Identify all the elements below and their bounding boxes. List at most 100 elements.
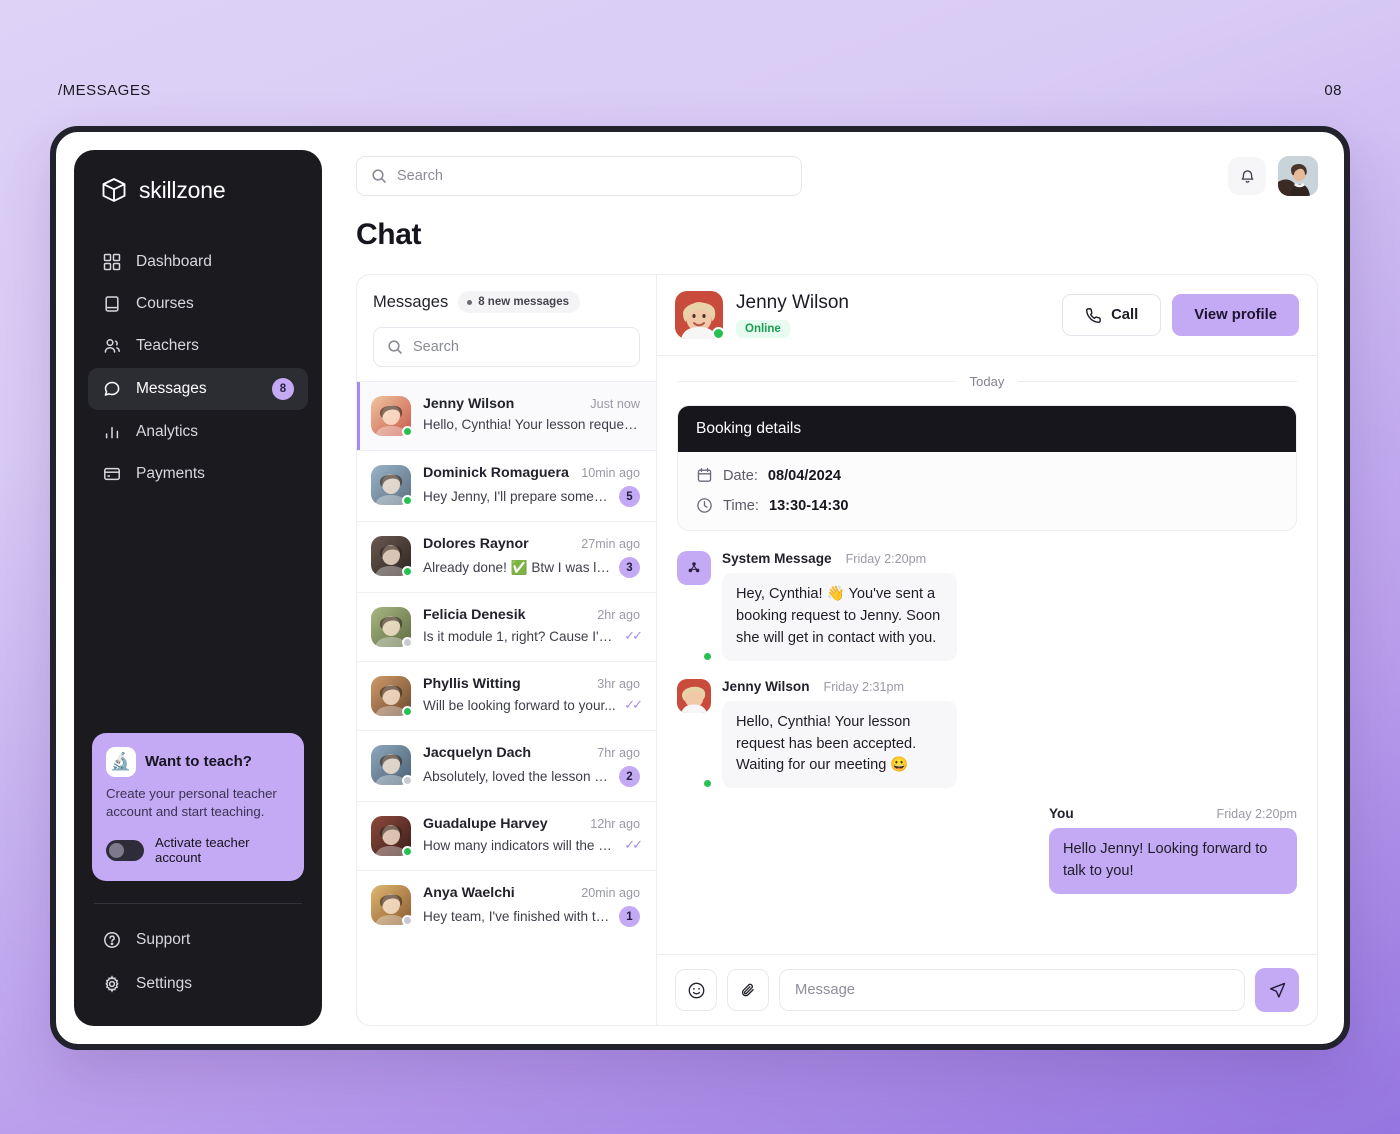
day-separator: Today [677,374,1297,389]
sidebar-item-label: Settings [136,975,193,992]
conversation-item[interactable]: Dominick Romaguera 10min ago Hey Jenny, I'… [357,450,656,521]
message-time: Friday 2:20pm [845,552,927,566]
contact-avatar [371,607,413,648]
sidebar-item-label: Messages [136,380,207,397]
read-receipt-icon: ✓✓ [624,837,643,852]
conversation-search-input[interactable] [413,339,626,355]
sidebar-item-settings[interactable]: Settings [88,964,308,1004]
sidebar-item-messages[interactable]: Messages 8 [88,368,308,410]
attach-button[interactable] [727,969,769,1011]
conversation-time: 2hr ago [597,608,640,622]
send-button[interactable] [1255,968,1299,1012]
conversation-time: 12hr ago [590,817,640,831]
activate-teacher-toggle[interactable] [106,839,144,861]
conversation-item[interactable]: Dolores Raynor 27min ago Already done! ✅ B… [357,521,656,592]
primary-nav: Dashboard Courses Teachers Messages 8 An… [74,242,322,494]
online-status-dot [402,846,413,857]
sidebar-item-label: Dashboard [136,253,212,270]
conversation-list-panel: Messages 8 new messages Jenny WilsonJust [357,275,657,1025]
conversation-item[interactable]: Felicia Denesik 2hr ago Is it module 1, ri… [357,592,656,661]
chat-message: System Message Friday 2:20pm Hey, Cynthia!… [677,551,1297,662]
message-time: Friday 2:20pm [1216,807,1298,822]
conversation-bottom-row: Already done! ✅ Btw I was loo... 3 [423,557,640,578]
contact-avatar [371,536,413,577]
contact-avatar [371,745,413,786]
sidebar-item-payments[interactable]: Payments [88,454,308,494]
conversation-preview: Will be looking forward to your... [423,697,616,713]
conversation-time: 27min ago [581,537,640,551]
booking-date-value: 08/04/2024 [767,467,841,484]
contact-name: Jenny Wilson [736,292,849,313]
bell-icon [1239,168,1256,185]
booking-date-label: Date: [723,467,758,484]
conversation-top-row: Anya Waelchi 20min ago [423,885,640,901]
message-bubble: Hello, Cynthia! Your lesson request has … [722,700,957,789]
sidebar-item-dashboard[interactable]: Dashboard [88,242,308,282]
message-input[interactable] [779,969,1245,1011]
conversation-list[interactable]: Jenny Wilson Just now Hello, Cynthia! Your… [357,381,656,1025]
sidebar-divider [94,903,302,904]
search-icon [387,339,403,355]
online-status-dot [702,650,713,662]
conversation-search[interactable] [373,327,640,367]
user-avatar[interactable] [1278,156,1318,196]
global-search-input[interactable] [397,168,787,184]
chat-message: You Friday 2:20pm Hello Jenny! Looking for… [677,806,1298,895]
chat-panel: Jenny Wilson Online Call View profile To… [657,275,1317,1025]
message-author: Jenny Wilson [722,678,810,694]
conversation-item[interactable]: Guadalupe Harvey 12hr ago How many indicat… [357,801,656,870]
conversation-name: Anya Waelchi [423,885,515,901]
conversation-preview: Hey Jenny, I'll prepare some to... [423,489,611,504]
system-logo-icon [677,551,711,585]
conversation-bottom-row: Absolutely, loved the lesson 🙌... 2 [423,766,640,787]
offline-status-dot [402,775,413,786]
conversation-item[interactable]: Phyllis Witting 3hr ago Will be looking fo… [357,661,656,730]
bar-chart-icon [102,422,122,442]
page-title: Chat [356,218,422,251]
sidebar-item-analytics[interactable]: Analytics [88,412,308,452]
conversation-item[interactable]: Jenny Wilson Just now Hello, Cynthia! Your… [357,381,656,450]
sidebar-item-label: Support [136,931,191,948]
chat-message: Jenny Wilson Friday 2:31pm Hello, Cynthia!… [677,678,1297,790]
conversation-time: Just now [590,397,640,411]
day-separator-label: Today [969,374,1005,389]
call-button[interactable]: Call [1062,294,1162,336]
online-status-dot [402,495,413,506]
sidebar-item-teachers[interactable]: Teachers [88,326,308,366]
message-meta: Jenny Wilson Friday 2:31pm [722,679,957,694]
contact-avatar [675,291,725,340]
notifications-button[interactable] [1228,157,1266,195]
conversation-item[interactable]: Jacquelyn Dach 7hr ago Absolutely, loved t… [357,730,656,801]
conversation-body: Jacquelyn Dach 7hr ago Absolutely, loved t… [423,745,640,787]
conversation-item[interactable]: Anya Waelchi 20min ago Hey team, I've fini… [357,870,656,941]
conversation-preview: Already done! ✅ Btw I was loo... [423,559,611,575]
emoji-button[interactable] [675,969,717,1011]
conversation-name: Dominick Romaguera [423,465,569,481]
sidebar-item-courses[interactable]: Courses [88,284,308,324]
brand-name: skillzone [139,176,226,203]
global-search[interactable] [356,156,802,196]
online-status-dot [402,706,413,717]
call-button-label: Call [1111,307,1139,323]
smiley-icon [687,981,706,1000]
promo-header: 🔬 Want to teach? [106,746,290,777]
read-receipt-icon: ✓✓ [624,697,643,712]
offline-status-dot [402,915,413,926]
sidebar-item-support[interactable]: Support [88,920,308,960]
message-content: You Friday 2:20pm Hello Jenny! Looking for… [1049,806,1298,895]
offline-status-dot [402,637,413,648]
conversation-body: Anya Waelchi 20min ago Hey team, I've fini… [423,885,640,927]
microscope-icon: 🔬 [106,746,136,777]
booking-details-card: Booking details Date: 08/04/2024 Time: 1… [677,405,1297,531]
teacher-promo-card: 🔬 Want to teach? Create your personal te… [92,732,304,881]
conversation-bottom-row: Will be looking forward to your... ✓✓ [423,697,643,713]
secondary-nav: Support Settings [74,920,322,1026]
promo-description: Create your personal teacher account and… [106,785,277,820]
unread-count-badge: 1 [619,906,640,927]
online-status-dot [712,327,725,340]
conversation-name: Dolores Raynor [423,536,529,552]
message-bubble: Hey, Cynthia! 👋 You've sent a booking re… [722,573,957,661]
conversation-name: Phyllis Witting [423,676,521,692]
view-profile-button[interactable]: View profile [1172,294,1299,336]
contact-avatar [371,396,413,437]
